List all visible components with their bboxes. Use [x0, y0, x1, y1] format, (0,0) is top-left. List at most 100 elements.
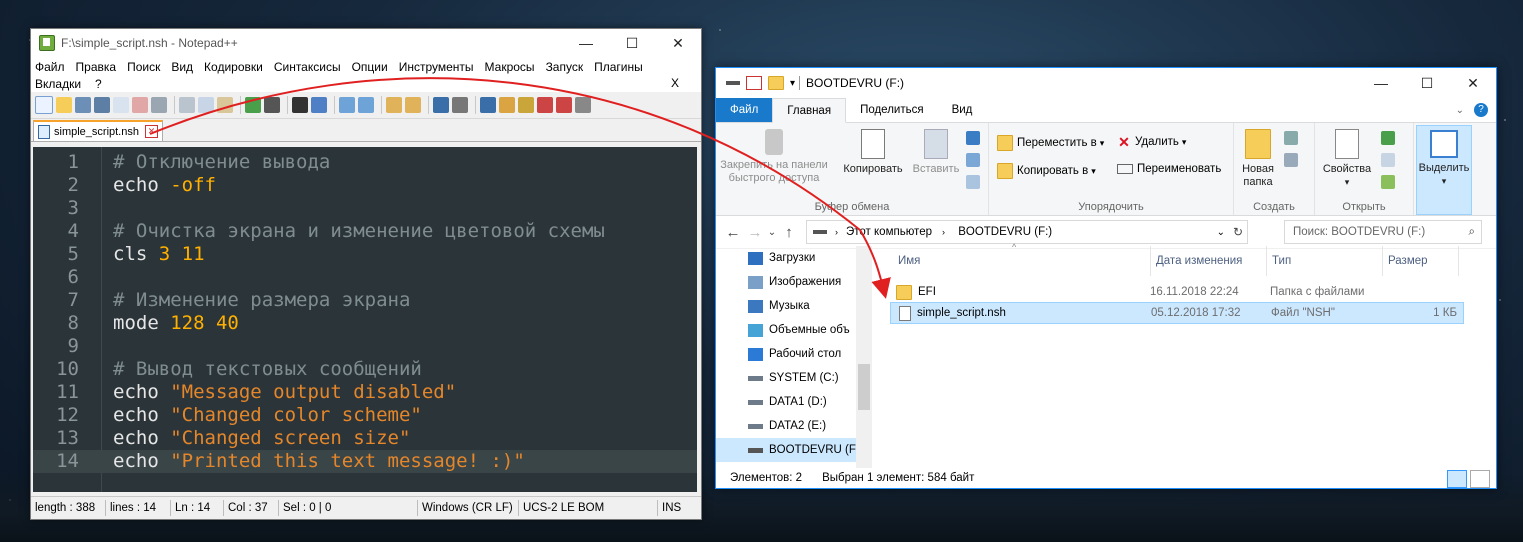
history-icon[interactable] [1381, 175, 1395, 189]
recent-chevron-icon[interactable]: ⌄ [766, 227, 778, 238]
doc-map-icon[interactable] [518, 97, 534, 113]
tab-simple-script[interactable]: simple_script.nsh ✕ [33, 120, 163, 141]
npp-maximize-button[interactable]: ☐ [609, 29, 655, 57]
udl-icon[interactable] [499, 97, 515, 113]
tab-home[interactable]: Главная [772, 98, 847, 123]
folder-as-workspace-icon[interactable] [556, 97, 572, 113]
sidebar-item[interactable]: Загрузки [716, 246, 872, 270]
nav-scroll-thumb[interactable] [858, 364, 870, 410]
notepadpp-window[interactable]: F:\simple_script.nsh - Notepad++ — ☐ ✕ Ф… [30, 28, 702, 520]
search-input[interactable]: Поиск: BOOTDEVRU (F:) ⌕ [1284, 220, 1482, 244]
tab-share[interactable]: Поделиться [846, 98, 938, 122]
indent-guide-icon[interactable] [480, 97, 496, 113]
menu-item[interactable]: Файл [35, 60, 65, 74]
sidebar-item[interactable]: SYSTEM (C:) [716, 366, 872, 390]
code-line[interactable]: 5 cls 3 11 [33, 243, 697, 266]
code-line[interactable]: 4 # Очистка экрана и изменение цветовой с… [33, 220, 697, 243]
code-line[interactable]: 12 echo "Changed color scheme" [33, 404, 697, 427]
new-item-icon[interactable] [1284, 131, 1298, 145]
search-icon[interactable]: ⌕ [1469, 226, 1475, 239]
menu-item[interactable]: ? [95, 77, 102, 91]
details-view-icon[interactable] [1447, 470, 1467, 488]
copy-button[interactable]: Копировать [840, 129, 906, 176]
code-line[interactable]: 6 [33, 266, 697, 289]
close-all-icon[interactable] [132, 97, 148, 113]
open-icon[interactable] [1381, 131, 1395, 145]
monitoring-eye-icon[interactable] [575, 97, 591, 113]
print-icon[interactable] [151, 97, 167, 113]
zoom-out-icon[interactable] [358, 97, 374, 113]
col-size[interactable]: Размер [1382, 246, 1459, 276]
code-line[interactable]: 11 echo "Message output disabled" [33, 381, 697, 404]
select-button[interactable]: Выделить ▾ [1416, 125, 1472, 215]
tab-view[interactable]: Вид [938, 98, 987, 122]
large-icons-view-icon[interactable] [1470, 470, 1490, 488]
close-file-icon[interactable] [113, 97, 129, 113]
new-folder-button[interactable]: Новая папка [1238, 129, 1278, 189]
undo-icon[interactable] [245, 97, 261, 113]
col-type[interactable]: Тип [1266, 246, 1383, 276]
tab-file[interactable]: Файл [716, 98, 773, 122]
sidebar-item[interactable]: Объемные объ [716, 318, 872, 342]
explorer-window[interactable]: ▾ BOOTDEVRU (F:) — ☐ ✕ Файл Главная Поде… [715, 67, 1497, 489]
zoom-in-icon[interactable] [339, 97, 355, 113]
table-row[interactable]: simple_script.nsh 05.12.2018 17:32 Файл "N… [890, 302, 1464, 324]
copy-icon[interactable] [198, 97, 214, 113]
code-line[interactable]: 2 echo -off [33, 174, 697, 197]
open-file-icon[interactable] [56, 97, 72, 113]
cut-icon[interactable] [179, 97, 195, 113]
save-all-icon[interactable] [94, 97, 110, 113]
tab-close-icon[interactable]: ✕ [144, 125, 158, 138]
copy-to-button[interactable]: Копировать в ▾ [997, 163, 1096, 179]
npp-minimize-button[interactable]: — [563, 29, 609, 57]
show-all-chars-icon[interactable] [452, 97, 468, 113]
explorer-titlebar[interactable]: ▾ BOOTDEVRU (F:) — ☐ ✕ [716, 68, 1496, 98]
explorer-maximize-button[interactable]: ☐ [1404, 69, 1450, 97]
sync-horizontal-icon[interactable] [405, 97, 421, 113]
table-row[interactable]: EFI 16.11.2018 22:24 Папка с файлами [890, 282, 1462, 302]
menu-item[interactable]: Кодировки [204, 60, 263, 74]
menu-item[interactable]: Опции [352, 60, 388, 74]
code-line[interactable]: 7 # Изменение размера экрана [33, 289, 697, 312]
col-name[interactable]: Имя [892, 246, 1151, 276]
properties-button[interactable]: Свойства ▾ [1319, 129, 1375, 189]
sidebar-item[interactable]: Рабочий стол [716, 342, 872, 366]
function-list-icon[interactable] [537, 97, 553, 113]
explorer-minimize-button[interactable]: — [1358, 69, 1404, 97]
properties-check-icon[interactable] [746, 76, 762, 90]
col-date[interactable]: Дата изменения [1150, 246, 1267, 276]
sync-vertical-icon[interactable] [386, 97, 402, 113]
npp-close-button[interactable]: ✕ [655, 29, 701, 57]
menu-item[interactable]: Вкладки [35, 77, 81, 91]
code-line[interactable]: 14 echo "Printed this text message! :)" [33, 450, 697, 473]
easy-access-icon[interactable] [1284, 153, 1298, 167]
npp-titlebar[interactable]: F:\simple_script.nsh - Notepad++ — ☐ ✕ [31, 29, 701, 57]
breadcrumb-this-pc[interactable]: Этот компьютер [846, 226, 932, 238]
sidebar-item[interactable]: Изображения [716, 270, 872, 294]
paste-icon[interactable] [217, 97, 233, 113]
sidebar-item[interactable]: BOOTDEVRU (F:) [716, 438, 872, 462]
copy-path-icon[interactable] [966, 153, 980, 167]
menu-item[interactable]: Поиск [127, 60, 160, 74]
menu-item[interactable]: Синтаксисы [274, 60, 341, 74]
paste-button[interactable]: Вставить [910, 129, 962, 176]
replace-icon[interactable] [311, 97, 327, 113]
address-bar[interactable]: › Этот компьютер › BOOTDEVRU (F:) ⌄ ↻ [806, 220, 1248, 244]
word-wrap-icon[interactable] [433, 97, 449, 113]
new-file-icon[interactable] [35, 96, 53, 114]
cut-icon[interactable] [966, 131, 980, 145]
sidebar-item[interactable]: DATA1 (D:) [716, 390, 872, 414]
npp-doc-close-button[interactable]: X [671, 76, 679, 90]
up-arrow-icon[interactable]: ↑ [778, 224, 800, 241]
find-icon[interactable] [292, 97, 308, 113]
sidebar-item[interactable]: DATA2 (E:) [716, 414, 872, 438]
back-arrow-icon[interactable]: ← [722, 224, 744, 241]
address-dropdown-icon[interactable]: ⌄ [1217, 227, 1225, 238]
code-line[interactable]: 9 [33, 335, 697, 358]
menu-item[interactable]: Плагины [594, 60, 643, 74]
save-icon[interactable] [75, 97, 91, 113]
redo-icon[interactable] [264, 97, 280, 113]
code-line[interactable]: 1 # Отключение вывода [33, 151, 697, 174]
paste-shortcut-icon[interactable] [966, 175, 980, 189]
refresh-icon[interactable]: ↻ [1233, 225, 1243, 239]
